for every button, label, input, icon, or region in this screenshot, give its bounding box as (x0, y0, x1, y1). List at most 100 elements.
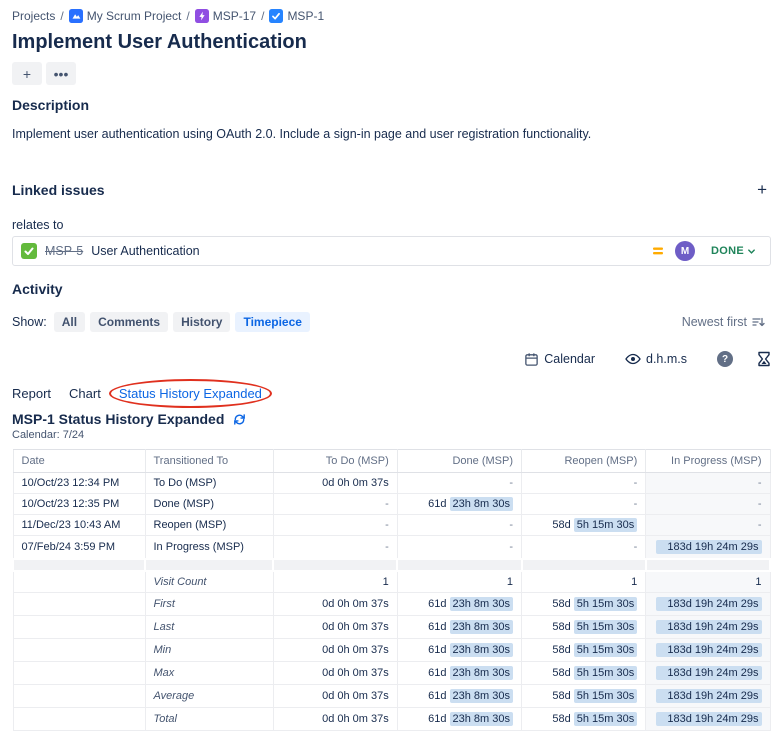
duration-highlight: 5h 15m 30s (574, 643, 637, 657)
page-title: Implement User Authentication (12, 31, 771, 53)
cell-date: 11/Dec/23 10:43 AM (13, 515, 145, 536)
cell-duration: - (522, 494, 646, 515)
linked-issue-summary[interactable]: User Authentication (91, 244, 199, 258)
filter-history[interactable]: History (173, 312, 230, 332)
duration-plain: 61d (428, 667, 449, 679)
cell-duration: 61d 23h 8m 30s (397, 494, 521, 515)
tab-chart[interactable]: Chart (69, 384, 101, 403)
stat-label: Average (154, 690, 195, 702)
table-row (13, 559, 770, 571)
status-dropdown[interactable]: DONE (705, 244, 762, 258)
timepiece-toolbar: Calendar d.h.m.s ? (12, 349, 771, 369)
breadcrumb-projects[interactable]: Projects (12, 9, 55, 23)
cell-duration: 61d 23h 8m 30s (397, 662, 521, 685)
empty-value: - (385, 519, 389, 531)
spacer-cell (145, 559, 273, 571)
filter-timepiece[interactable]: Timepiece (235, 312, 309, 332)
priority-medium-icon (651, 244, 665, 258)
breadcrumb-separator: / (186, 9, 189, 23)
tab-status-history-expanded-label: Status History Expanded (119, 386, 262, 401)
cell-date (13, 662, 145, 685)
empty-value: - (758, 477, 762, 489)
cell-duration: 58d 5h 15m 30s (522, 685, 646, 708)
status-label: DONE (711, 245, 744, 257)
cell-duration: - (397, 536, 521, 560)
table-row: First0d 0h 0m 37s61d 23h 8m 30s58d 5h 15… (13, 593, 770, 616)
duration-highlight: 23h 8m 30s (450, 497, 513, 511)
duration-plain: 61d (428, 498, 449, 510)
report-header: MSP-1 Status History Expanded (12, 411, 771, 427)
duration-plain: 58d (552, 519, 573, 531)
calendar-info: Calendar: 7/24 (12, 429, 771, 441)
time-format-toggle[interactable]: d.h.m.s (619, 351, 693, 367)
sort-order-control[interactable]: Newest first (676, 314, 771, 330)
assignee-avatar: M (675, 241, 695, 261)
duration-plain: 58d (552, 644, 573, 656)
tab-status-history-expanded[interactable]: Status History Expanded (119, 384, 262, 403)
duration-plain: 61d (428, 644, 449, 656)
cell-duration: 183d 19h 24m 29s (646, 662, 770, 685)
duration-plain: 1 (383, 576, 389, 588)
cell-transitioned-to: Visit Count (145, 571, 273, 593)
tab-report[interactable]: Report (12, 384, 51, 403)
empty-value: - (509, 541, 513, 553)
col-todo: To Do (MSP) (273, 450, 397, 473)
add-link-button[interactable]: + (753, 182, 771, 198)
cell-transitioned-to: Max (145, 662, 273, 685)
filter-comments[interactable]: Comments (90, 312, 168, 332)
empty-value: - (758, 498, 762, 510)
status-history-table: Date Transitioned To To Do (MSP) Done (M… (12, 449, 771, 731)
add-button[interactable]: + (12, 62, 42, 85)
duration-highlight: 23h 8m 30s (450, 597, 513, 611)
cell-date: 07/Feb/24 3:59 PM (13, 536, 145, 560)
duration-highlight: 5h 15m 30s (574, 666, 637, 680)
cell-duration: - (646, 515, 770, 536)
linked-issue-key[interactable]: MSP-5 (45, 244, 83, 258)
duration-plain: 1 (507, 576, 513, 588)
stat-label: Visit Count (154, 576, 207, 588)
question-icon: ? (717, 351, 733, 367)
calendar-toggle[interactable]: Calendar (518, 351, 601, 368)
breadcrumb: Projects / My Scrum Project / MSP-17 / M… (12, 8, 771, 24)
linked-issue-row[interactable]: MSP-5 User Authentication M DONE (12, 236, 771, 266)
cell-duration: - (273, 536, 397, 560)
duration-plain: 61d (428, 598, 449, 610)
breadcrumb-project[interactable]: My Scrum Project (69, 9, 182, 23)
spacer-cell (646, 559, 770, 571)
cell-date (13, 685, 145, 708)
duration-highlight: 23h 8m 30s (450, 666, 513, 680)
filter-all[interactable]: All (54, 312, 85, 332)
time-format-label: d.h.m.s (646, 352, 687, 366)
col-transitioned-to: Transitioned To (145, 450, 273, 473)
cell-duration: 1 (397, 571, 521, 593)
empty-value: - (634, 498, 638, 510)
breadcrumb-parent-issue[interactable]: MSP-17 (195, 9, 256, 23)
duration-highlight: 5h 15m 30s (574, 712, 637, 726)
duration-plain: 58d (552, 667, 573, 679)
breadcrumb-current-issue[interactable]: MSP-1 (269, 9, 324, 23)
chevron-down-icon (747, 247, 756, 256)
duration-highlight: 5h 15m 30s (574, 597, 637, 611)
cell-duration: - (397, 515, 521, 536)
description-heading: Description (12, 97, 771, 113)
cell-duration: 0d 0h 0m 37s (273, 616, 397, 639)
help-button[interactable]: ? (711, 350, 739, 368)
cell-duration: 0d 0h 0m 37s (273, 662, 397, 685)
duration-highlight: 5h 15m 30s (574, 689, 637, 703)
cell-duration: 183d 19h 24m 29s (646, 616, 770, 639)
more-actions-button[interactable]: ••• (46, 62, 76, 85)
table-row: Total0d 0h 0m 37s61d 23h 8m 30s58d 5h 15… (13, 708, 770, 731)
cell-duration: 183d 19h 24m 29s (646, 685, 770, 708)
linked-issues-heading: Linked issues (12, 182, 105, 198)
cell-duration: 183d 19h 24m 29s (646, 708, 770, 731)
duration-plain: 0d 0h 0m 37s (322, 477, 389, 489)
cell-date (13, 593, 145, 616)
sort-icon (751, 315, 765, 329)
history-table-body: 10/Oct/23 12:34 PMTo Do (MSP)0d 0h 0m 37… (13, 473, 770, 731)
duration-highlight: 23h 8m 30s (450, 620, 513, 634)
cell-duration: 58d 5h 15m 30s (522, 593, 646, 616)
cell-duration: 1 (646, 571, 770, 593)
refresh-button[interactable] (232, 412, 247, 427)
calendar-icon (524, 352, 539, 367)
cell-duration: - (646, 494, 770, 515)
